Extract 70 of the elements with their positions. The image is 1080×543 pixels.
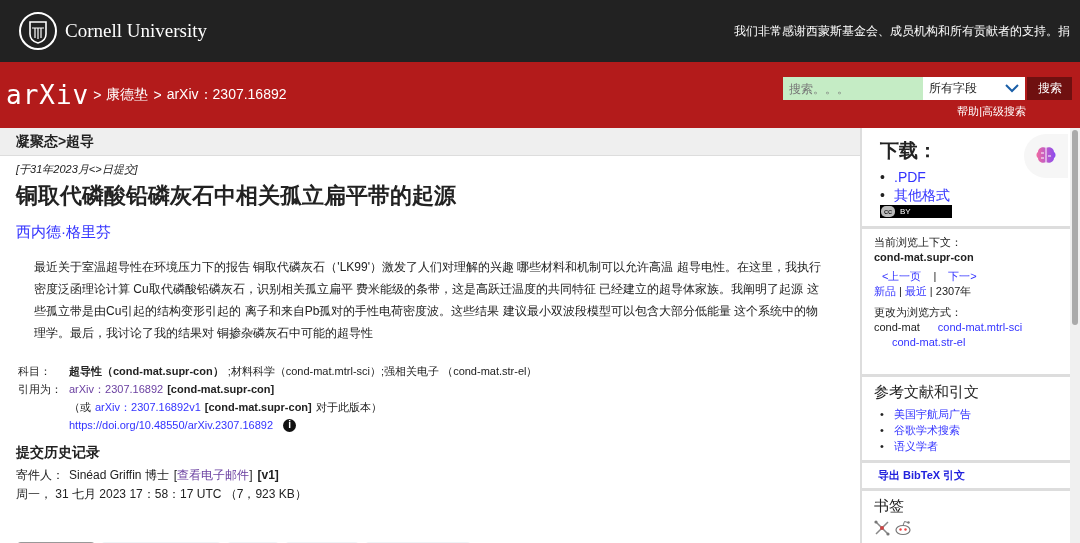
arxiv-logo[interactable]: arXiv bbox=[6, 80, 90, 110]
separator: | bbox=[933, 269, 937, 284]
university-name[interactable]: Cornell University bbox=[65, 20, 207, 42]
scrollbar[interactable] bbox=[1070, 128, 1080, 543]
bullet: • bbox=[880, 168, 886, 186]
meta-label: 引用为： bbox=[18, 382, 63, 397]
browse-link[interactable]: 新品 bbox=[874, 284, 896, 299]
shield-logo-icon bbox=[18, 11, 58, 51]
info-icon[interactable]: i bbox=[283, 418, 297, 432]
search-link[interactable]: |高级搜索 bbox=[979, 105, 1026, 117]
change-label: 更改为浏览方式： bbox=[874, 305, 963, 320]
meta-text: ;材料科学（cond-mat.mtrl-sci）;强相关电子 （cond-mat.str-el） bbox=[227, 364, 538, 379]
browse-context: cond-mat.supr-con bbox=[874, 250, 975, 265]
identifier-link[interactable]: arXiv：2307.16892v1 bbox=[95, 398, 201, 416]
bullet: • bbox=[880, 439, 885, 454]
brain-icon bbox=[1035, 146, 1057, 166]
bracket: [ bbox=[173, 467, 178, 484]
submission-date: [于31年2023月<>日提交] bbox=[16, 162, 139, 177]
category-text: [cond-mat.supr-con] bbox=[204, 400, 312, 415]
references-heading: 参考文献和引文 bbox=[874, 383, 980, 402]
reference-link[interactable]: 美国宇航局广告 bbox=[894, 406, 971, 422]
download-link[interactable]: .PDF bbox=[894, 168, 926, 186]
browse-text: | 2307年 bbox=[929, 284, 972, 299]
prev-link[interactable]: <上一页 bbox=[882, 269, 922, 284]
category-text: 超导性（cond-mat.supr-con） bbox=[69, 364, 224, 379]
search-field[interactable]: 搜索。。。 bbox=[783, 77, 923, 100]
submission-time: 周一， 31 七月 2023 17：58：17 UTC （7，923 KB） bbox=[16, 486, 308, 503]
sender-label: 寄件人： bbox=[16, 467, 64, 484]
paper-title: 铜取代磷酸铅磷灰石中相关孤立扁平带的起源 bbox=[16, 182, 457, 210]
breadcrumb[interactable]: 康德垫 bbox=[106, 86, 149, 104]
breadcrumb: > bbox=[153, 87, 162, 103]
meta-label: 科目： bbox=[18, 364, 52, 379]
download-heading: 下载： bbox=[880, 139, 937, 163]
category-link[interactable]: cond-mat.mtrl-sci bbox=[937, 320, 1023, 335]
bullet: • bbox=[880, 186, 886, 204]
bookmarks-heading: 书签 bbox=[874, 497, 905, 516]
search-link[interactable]: 帮助 bbox=[957, 105, 980, 117]
meta-text: 对于此版本） bbox=[315, 400, 382, 415]
next-link[interactable]: 下一> bbox=[948, 269, 977, 284]
alien-icon[interactable] bbox=[894, 520, 912, 536]
chevron-icon bbox=[1005, 84, 1019, 93]
identifier-link[interactable]: https://doi.org/10.48550/arXiv.2307.16892 bbox=[69, 416, 274, 434]
assistant-button[interactable] bbox=[1024, 134, 1068, 178]
search-button[interactable]: 搜索 bbox=[1027, 77, 1072, 100]
reference-link[interactable]: 语义学者 bbox=[894, 438, 938, 454]
history-heading: 提交历史记录 bbox=[16, 444, 101, 462]
category-text: cond-mat bbox=[874, 320, 920, 335]
bracket: ] bbox=[249, 467, 253, 484]
sender-name: Sinéad Griffin 博士 bbox=[69, 467, 169, 484]
identifier-link[interactable]: arXiv：2307.16892 bbox=[69, 380, 164, 398]
category-path[interactable]: 凝聚态>超导 bbox=[16, 132, 95, 151]
browse-link[interactable]: 最近 bbox=[904, 284, 927, 299]
category-link[interactable]: cond-mat.str-el bbox=[892, 336, 966, 348]
field-select[interactable]: 所有字段 bbox=[923, 77, 1025, 100]
meta-text: （或 bbox=[69, 400, 91, 415]
license-badge[interactable]: cc BY bbox=[880, 205, 952, 218]
abstract: 最近关于室温超导性在环境压力下的报告 铜取代磷灰石（'LK99'）激发了人们对理解的兴趣 哪些材料和机制可以允许高温 超导电性。在这里，我执行密度泛函理论计算 Cu取代磷酸铅磷灰石，识别相关孤立扁平 费米能级的条带，这是高跃迁温度的共同特征 已经建立的超导体家族。我阐明了起源 这些孤立带是由Cu引起的结构变形引起的 离子和来自Pb孤对的手性电荷密度波。这些结果 建议最小双波段模型可以包含大部分低能量 这个系统中的物理学。最后，我讨论了我的结果对 铜掺杂磷灰石中可能的超导性 bbox=[34, 259, 822, 342]
bullet: • bbox=[880, 423, 885, 438]
share-icon[interactable] bbox=[874, 520, 890, 536]
author-link[interactable]: 西内德·格里芬 bbox=[16, 223, 111, 240]
version-label: [v1] bbox=[257, 467, 279, 484]
download-link[interactable]: 其他格式 bbox=[894, 186, 950, 204]
support-message: 我们非常感谢西蒙斯基金会、成员机构和所有贡献者的支持。捐 bbox=[734, 22, 1070, 40]
reference-link[interactable]: 谷歌学术搜索 bbox=[894, 422, 960, 438]
bullet: • bbox=[880, 407, 885, 422]
category-text: [cond-mat.supr-con] bbox=[167, 382, 275, 397]
breadcrumb: > bbox=[93, 87, 102, 103]
browse-text: | bbox=[899, 284, 902, 299]
breadcrumb[interactable]: arXiv：2307.16892 bbox=[166, 86, 287, 104]
browse-label: 当前浏览上下文： bbox=[874, 235, 963, 250]
